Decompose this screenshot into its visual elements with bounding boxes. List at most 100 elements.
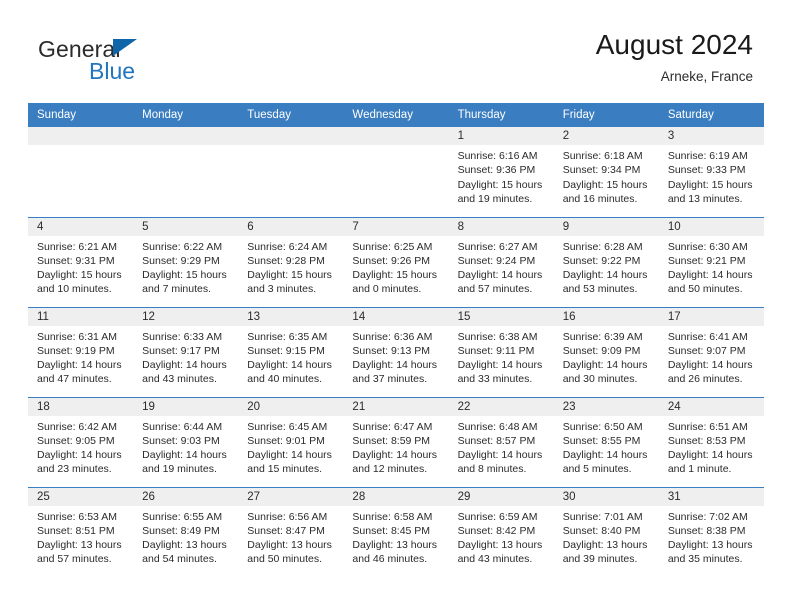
calendar-day-cell[interactable]: 25 Sunrise: 6:53 AM Sunset: 8:51 PM Dayligh… [28, 486, 134, 577]
day-number: 15 [448, 307, 554, 326]
day-number: 11 [28, 307, 134, 326]
day-number: 27 [238, 487, 344, 506]
sunrise-text: Sunrise: 6:50 AM [562, 420, 643, 433]
calendar-day-cell[interactable]: 15 Sunrise: 6:38 AM Sunset: 9:11 PM Dayligh… [448, 306, 554, 397]
calendar-day-cell[interactable]: 31 Sunrise: 7:02 AM Sunset: 8:38 PM Dayligh… [658, 486, 764, 577]
day-number: 13 [238, 307, 344, 326]
day-details: Sunrise: 6:31 AM Sunset: 9:19 PM Daylight:… [28, 326, 133, 387]
calendar-day-cell[interactable]: 8 Sunrise: 6:27 AM Sunset: 9:24 PM Daylight… [448, 216, 554, 307]
calendar-day-cell[interactable]: 27 Sunrise: 6:56 AM Sunset: 8:47 PM Dayligh… [238, 486, 344, 577]
calendar-day-cell[interactable]: 24 Sunrise: 6:51 AM Sunset: 8:53 PM Dayligh… [658, 396, 764, 487]
calendar-day-cell[interactable]: 1 Sunrise: 6:16 AM Sunset: 9:36 PM Daylight… [448, 127, 554, 217]
day-number: 2 [553, 127, 659, 145]
day-details: Sunrise: 6:47 AM Sunset: 8:59 PM Daylight:… [343, 416, 448, 477]
sunset-text: Sunset: 9:19 PM [37, 344, 115, 357]
daylight-text: Daylight: 13 hours and 35 minutes. [667, 539, 753, 566]
day-number: 9 [553, 217, 659, 236]
sunrise-text: Sunrise: 7:01 AM [562, 510, 643, 523]
calendar-day-cell[interactable]: 3 Sunrise: 6:19 AM Sunset: 9:33 PM Daylight… [658, 127, 764, 217]
day-details: Sunrise: 6:42 AM Sunset: 9:05 PM Daylight:… [28, 416, 133, 477]
daylight-text: Daylight: 14 hours and 12 minutes. [352, 449, 438, 476]
calendar-day-cell[interactable]: 28 Sunrise: 6:58 AM Sunset: 8:45 PM Dayligh… [343, 486, 449, 577]
day-number: 19 [133, 397, 239, 416]
calendar-day-cell[interactable]: 17 Sunrise: 6:41 AM Sunset: 9:07 PM Dayligh… [658, 306, 764, 397]
day-number [343, 127, 449, 145]
calendar-day-cell[interactable]: 5 Sunrise: 6:22 AM Sunset: 9:29 PM Daylight… [133, 216, 239, 307]
day-number: 23 [553, 397, 659, 416]
calendar-day-cell[interactable]: 18 Sunrise: 6:42 AM Sunset: 9:05 PM Dayligh… [28, 396, 134, 487]
calendar-day-cell[interactable]: 14 Sunrise: 6:36 AM Sunset: 9:13 PM Dayligh… [343, 306, 449, 397]
calendar-day-cell[interactable]: 6 Sunrise: 6:24 AM Sunset: 9:28 PM Daylight… [238, 216, 344, 307]
calendar-day-cell[interactable]: 4 Sunrise: 6:21 AM Sunset: 9:31 PM Daylight… [28, 216, 134, 307]
day-number: 5 [133, 217, 239, 236]
calendar-day-cell[interactable]: 30 Sunrise: 7:01 AM Sunset: 8:40 PM Dayligh… [553, 486, 659, 577]
calendar-day-cell[interactable]: 20 Sunrise: 6:45 AM Sunset: 9:01 PM Dayligh… [238, 396, 344, 487]
calendar-day-cell[interactable]: 9 Sunrise: 6:28 AM Sunset: 9:22 PM Daylight… [553, 216, 659, 307]
sunset-text: Sunset: 9:36 PM [457, 164, 536, 177]
daylight-text: Daylight: 15 hours and 16 minutes. [562, 178, 648, 205]
weekday-header-saturday: Saturday [658, 103, 764, 127]
day-number [238, 127, 344, 145]
day-details: Sunrise: 6:53 AM Sunset: 8:51 PM Daylight:… [28, 506, 133, 567]
daylight-text: Daylight: 14 hours and 19 minutes. [142, 449, 227, 476]
sunrise-text: Sunrise: 6:33 AM [142, 330, 223, 343]
calendar-day-cell[interactable]: 19 Sunrise: 6:44 AM Sunset: 9:03 PM Dayligh… [133, 396, 239, 487]
sunrise-text: Sunrise: 6:31 AM [37, 330, 117, 343]
calendar-day-cell[interactable]: 12 Sunrise: 6:33 AM Sunset: 9:17 PM Dayligh… [133, 306, 239, 397]
calendar-day-cell[interactable]: 22 Sunrise: 6:48 AM Sunset: 8:57 PM Dayligh… [448, 396, 554, 487]
sunrise-text: Sunrise: 6:25 AM [352, 240, 433, 253]
sunrise-text: Sunrise: 6:45 AM [247, 420, 328, 433]
sunset-text: Sunset: 8:42 PM [457, 524, 536, 537]
general-blue-logo[interactable]: General Blue [38, 36, 268, 91]
daylight-text: Daylight: 14 hours and 15 minutes. [247, 449, 332, 476]
daylight-text: Daylight: 15 hours and 10 minutes. [37, 269, 122, 296]
day-details: Sunrise: 7:02 AM Sunset: 8:38 PM Daylight:… [659, 506, 764, 567]
day-number: 1 [448, 127, 554, 145]
day-details: Sunrise: 6:16 AM Sunset: 9:36 PM Daylight:… [449, 145, 554, 206]
calendar-day-cell[interactable]: 2 Sunrise: 6:18 AM Sunset: 9:34 PM Daylight… [553, 127, 659, 217]
sunrise-text: Sunrise: 6:36 AM [352, 330, 433, 343]
calendar-day-cell[interactable]: 11 Sunrise: 6:31 AM Sunset: 9:19 PM Dayligh… [28, 306, 134, 397]
calendar-cell-empty [343, 127, 449, 217]
day-number: 16 [553, 307, 659, 326]
calendar-day-cell[interactable]: 10 Sunrise: 6:30 AM Sunset: 9:21 PM Dayligh… [658, 216, 764, 307]
day-details: Sunrise: 6:44 AM Sunset: 9:03 PM Daylight:… [133, 416, 238, 477]
sunset-text: Sunset: 9:09 PM [562, 344, 641, 357]
day-number: 21 [343, 397, 449, 416]
day-details: Sunrise: 6:30 AM Sunset: 9:21 PM Daylight:… [659, 236, 764, 297]
sunset-text: Sunset: 9:31 PM [37, 254, 115, 267]
calendar-day-cell[interactable]: 29 Sunrise: 6:59 AM Sunset: 8:42 PM Dayligh… [448, 486, 554, 577]
triangle-icon [113, 39, 137, 56]
day-number: 20 [238, 397, 344, 416]
day-number: 25 [28, 487, 134, 506]
calendar-day-cell[interactable]: 21 Sunrise: 6:47 AM Sunset: 8:59 PM Dayligh… [343, 396, 449, 487]
sunset-text: Sunset: 9:13 PM [352, 344, 431, 357]
sunset-text: Sunset: 8:47 PM [247, 524, 325, 537]
calendar-day-cell[interactable]: 16 Sunrise: 6:39 AM Sunset: 9:09 PM Dayligh… [553, 306, 659, 397]
daylight-text: Daylight: 15 hours and 3 minutes. [247, 269, 332, 296]
weekday-header-monday: Monday [133, 103, 239, 127]
calendar-day-cell[interactable]: 13 Sunrise: 6:35 AM Sunset: 9:15 PM Dayligh… [238, 306, 344, 397]
sunset-text: Sunset: 9:28 PM [247, 254, 325, 267]
sunrise-text: Sunrise: 6:39 AM [562, 330, 643, 343]
calendar-day-cell[interactable]: 7 Sunrise: 6:25 AM Sunset: 9:26 PM Daylight… [343, 216, 449, 307]
day-details: Sunrise: 6:50 AM Sunset: 8:55 PM Daylight:… [554, 416, 659, 477]
daylight-text: Daylight: 13 hours and 57 minutes. [37, 539, 122, 566]
weekday-header-tuesday: Tuesday [238, 103, 344, 127]
day-details: Sunrise: 6:55 AM Sunset: 8:49 PM Daylight:… [133, 506, 238, 567]
day-number: 31 [658, 487, 764, 506]
sunrise-text: Sunrise: 6:38 AM [457, 330, 538, 343]
sunrise-text: Sunrise: 6:19 AM [667, 150, 748, 162]
sunrise-text: Sunrise: 7:02 AM [667, 510, 748, 523]
day-details: Sunrise: 7:01 AM Sunset: 8:40 PM Daylight:… [554, 506, 659, 567]
day-details: Sunrise: 6:56 AM Sunset: 8:47 PM Daylight:… [238, 506, 343, 567]
day-number: 7 [343, 217, 449, 236]
sunrise-text: Sunrise: 6:55 AM [142, 510, 223, 523]
calendar-day-cell[interactable]: 26 Sunrise: 6:55 AM Sunset: 8:49 PM Dayligh… [133, 486, 239, 577]
daylight-text: Daylight: 13 hours and 54 minutes. [142, 539, 227, 566]
daylight-text: Daylight: 14 hours and 47 minutes. [37, 359, 122, 386]
calendar-day-cell[interactable]: 23 Sunrise: 6:50 AM Sunset: 8:55 PM Dayligh… [553, 396, 659, 487]
title-block: August 2024 Arneke, France [596, 28, 753, 87]
day-number: 12 [133, 307, 239, 326]
page-title: August 2024 [595, 29, 753, 60]
